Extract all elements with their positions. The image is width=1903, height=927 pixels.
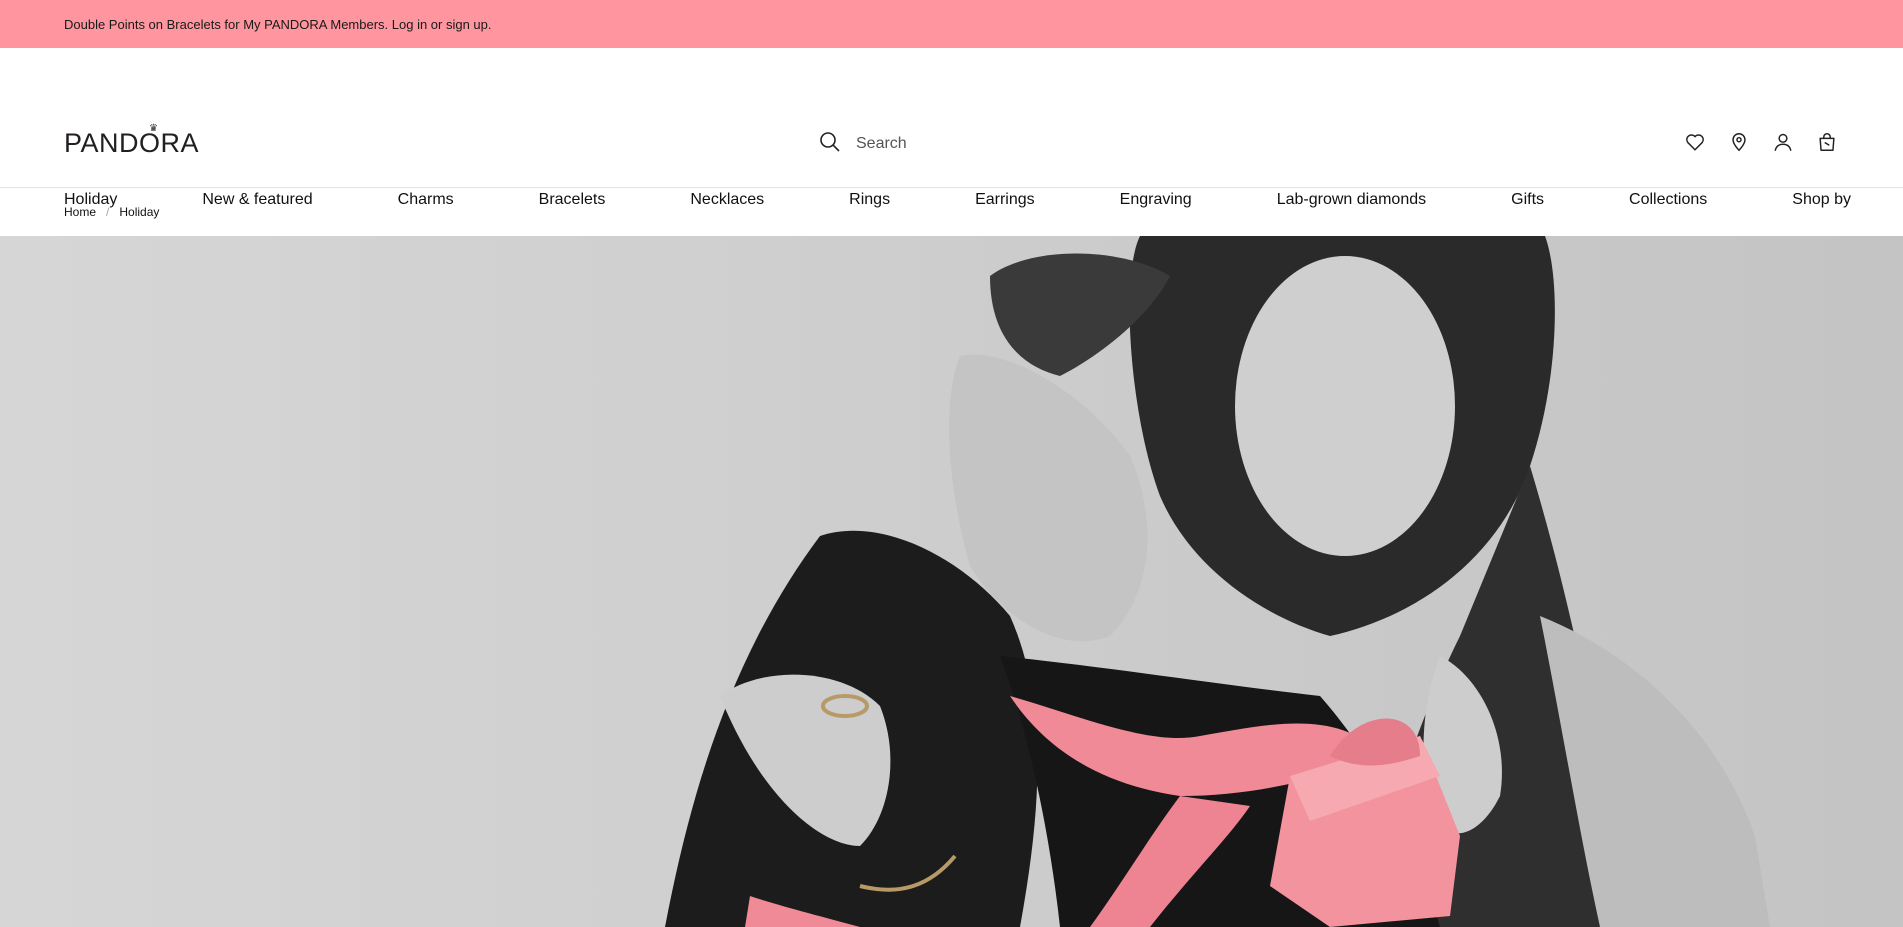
- search-bar[interactable]: Search: [818, 129, 1178, 159]
- user-icon[interactable]: [1771, 130, 1795, 154]
- nav-item-lab-grown-diamonds[interactable]: Lab-grown diamonds: [1277, 191, 1426, 209]
- promo-text[interactable]: Double Points on Bracelets for My PANDOR…: [64, 17, 492, 32]
- hero-banner-image[interactable]: [0, 236, 1903, 927]
- nav-item-shop-by[interactable]: Shop by: [1792, 191, 1851, 209]
- nav-item-charms[interactable]: Charms: [398, 191, 454, 209]
- nav-item-new-featured[interactable]: New & featured: [202, 191, 312, 209]
- promo-banner[interactable]: Double Points on Bracelets for My PANDOR…: [0, 0, 1903, 48]
- heart-icon[interactable]: [1683, 130, 1707, 154]
- shopping-bag-icon[interactable]: [1815, 130, 1839, 154]
- search-input[interactable]: Search: [856, 135, 907, 153]
- search-icon[interactable]: [818, 130, 842, 159]
- location-pin-icon[interactable]: [1727, 130, 1751, 154]
- nav-item-rings[interactable]: Rings: [849, 191, 890, 209]
- main-navigation: Holiday New & featured Charms Bracelets …: [64, 191, 1851, 209]
- hero-photo-couple-gift: [665, 236, 1770, 927]
- crown-icon: ♛: [149, 123, 159, 134]
- nav-item-earrings[interactable]: Earrings: [975, 191, 1035, 209]
- nav-item-gifts[interactable]: Gifts: [1511, 191, 1544, 209]
- nav-item-holiday[interactable]: Holiday: [64, 191, 117, 209]
- nav-item-engraving[interactable]: Engraving: [1120, 191, 1192, 209]
- nav-item-bracelets[interactable]: Bracelets: [539, 191, 606, 209]
- site-header: ♛ PANDORA Search Holiday New & featured …: [0, 48, 1903, 208]
- pandora-logo[interactable]: ♛ PANDORA: [64, 124, 200, 159]
- nav-item-necklaces[interactable]: Necklaces: [690, 191, 764, 209]
- header-utility-icons: [1683, 130, 1839, 154]
- logo-text: PANDORA: [64, 128, 200, 158]
- nav-item-collections[interactable]: Collections: [1629, 191, 1707, 209]
